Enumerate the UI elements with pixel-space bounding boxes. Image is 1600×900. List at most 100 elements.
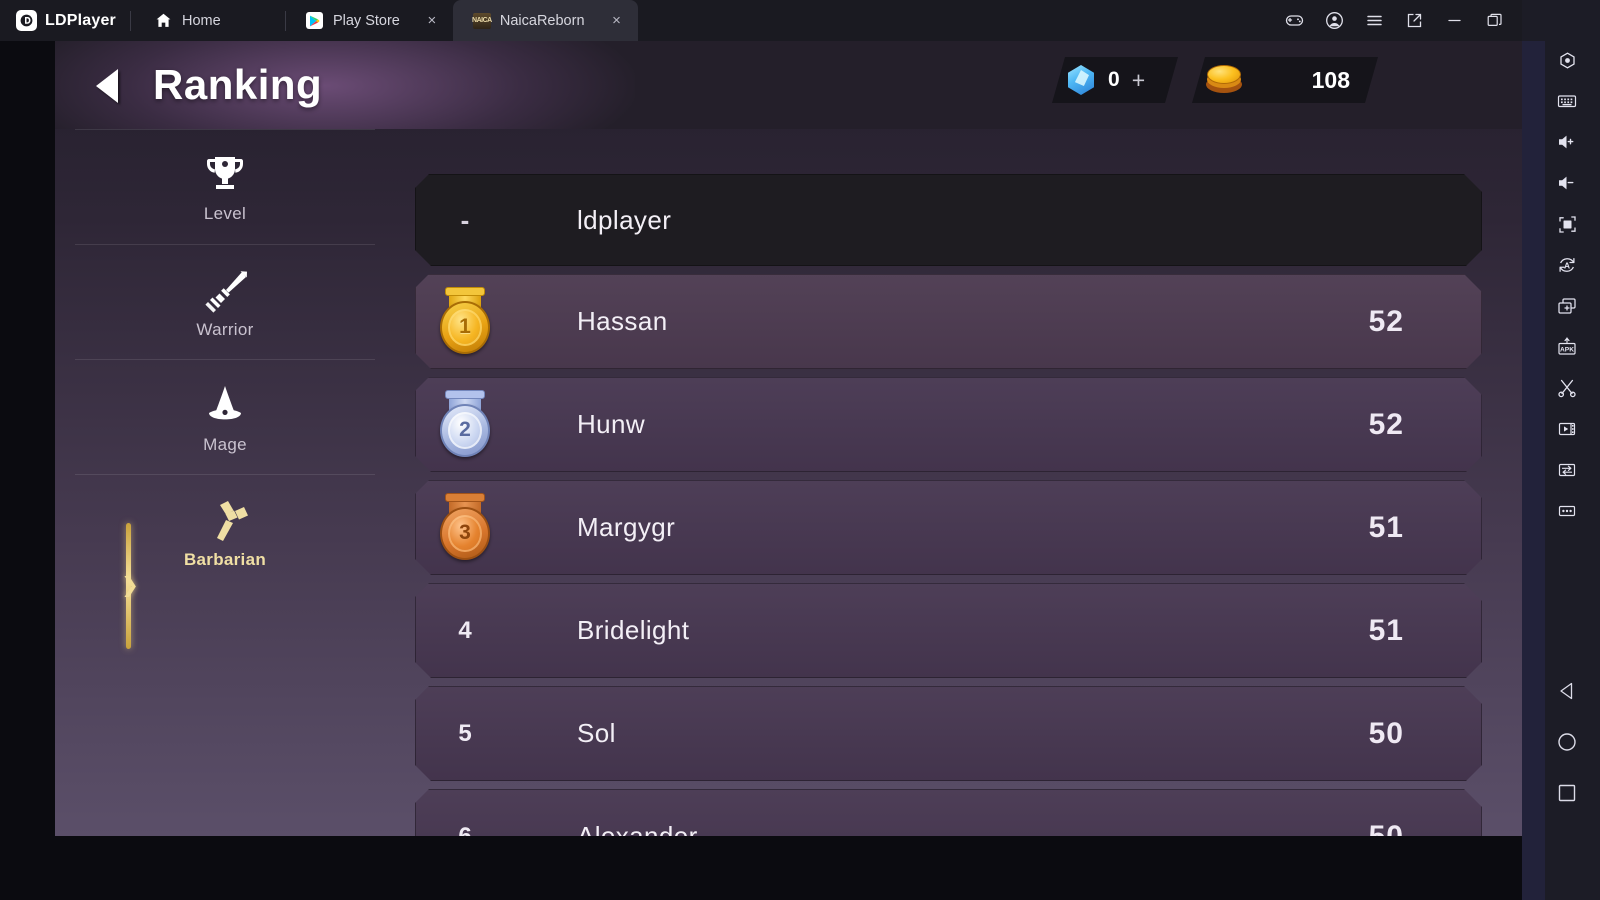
table-row[interactable]: 4 Bridelight 51 bbox=[415, 583, 1482, 678]
coin-currency[interactable]: 108 bbox=[1192, 57, 1378, 103]
bronze-medal-icon: 3 bbox=[436, 493, 494, 563]
gem-value: 0 bbox=[1108, 68, 1120, 91]
sidebar-item-level[interactable]: Level bbox=[75, 129, 375, 244]
row-score: 50 bbox=[1368, 716, 1404, 750]
table-row[interactable]: 6 Alexander 50 bbox=[415, 789, 1482, 836]
play-store-icon bbox=[306, 12, 324, 30]
game-header: Ranking 0 + 108 bbox=[55, 41, 1522, 129]
svg-text:APK: APK bbox=[1560, 346, 1574, 353]
fullscreen-icon[interactable] bbox=[1548, 205, 1586, 243]
menu-icon[interactable] bbox=[1354, 0, 1394, 41]
silver-medal-icon: 2 bbox=[436, 390, 494, 460]
tab-home[interactable]: Home bbox=[135, 0, 285, 41]
table-row[interactable]: - ldplayer bbox=[415, 174, 1482, 266]
record-icon[interactable] bbox=[1548, 410, 1586, 448]
title-bar: LDPlayer Home Play Store × NAICA NaicaRe… bbox=[0, 0, 1600, 41]
tab-label: Play Store bbox=[332, 12, 400, 29]
more-icon[interactable] bbox=[1548, 492, 1586, 530]
bottom-letterbox bbox=[0, 836, 1522, 900]
coin-value: 108 bbox=[1311, 66, 1350, 93]
minimize-icon[interactable] bbox=[1434, 0, 1474, 41]
header-glow bbox=[55, 41, 635, 129]
app-brand: LDPlayer bbox=[0, 0, 130, 41]
android-back-icon[interactable] bbox=[1548, 672, 1586, 710]
row-player-name: Bridelight bbox=[577, 615, 690, 645]
gold-medal-icon: 1 bbox=[436, 287, 494, 357]
sidebar-collapse-handle[interactable]: ❯ bbox=[117, 523, 141, 649]
tab-label: NaicaReborn bbox=[499, 12, 585, 29]
row-player-name: Margygr bbox=[577, 512, 676, 542]
hammer-icon bbox=[201, 495, 249, 543]
volume-up-icon[interactable] bbox=[1548, 123, 1586, 161]
apk-install-icon[interactable]: APK bbox=[1548, 328, 1586, 366]
sword-icon bbox=[201, 265, 249, 313]
svg-text:A: A bbox=[1564, 260, 1570, 270]
row-score: 50 bbox=[1368, 819, 1404, 836]
location-icon[interactable] bbox=[1548, 41, 1586, 79]
gem-add-button[interactable]: + bbox=[1132, 69, 1145, 92]
maximize-icon[interactable] bbox=[1474, 0, 1514, 41]
android-home-icon[interactable] bbox=[1548, 723, 1586, 761]
sidebar-item-label: Barbarian bbox=[183, 549, 267, 569]
tab-play-store[interactable]: Play Store × bbox=[286, 0, 453, 41]
sidebar-item-warrior[interactable]: Warrior bbox=[75, 244, 375, 359]
tab-close-button[interactable]: × bbox=[423, 12, 441, 30]
row-rank: 3 bbox=[415, 493, 515, 563]
table-row[interactable]: 3 Margygr 51 bbox=[415, 480, 1482, 575]
row-player-name: ldplayer bbox=[577, 204, 672, 235]
row-score: 51 bbox=[1368, 613, 1404, 647]
tab-strip: Home Play Store × NAICA NaicaReborn × bbox=[135, 0, 638, 41]
row-player-name: Alexander bbox=[577, 821, 698, 836]
android-recents-icon[interactable] bbox=[1548, 774, 1586, 812]
row-player-name: Hunw bbox=[577, 409, 646, 439]
handle-chevron-icon: ❯ bbox=[121, 574, 139, 597]
table-row[interactable]: 2 Hunw 52 bbox=[415, 377, 1482, 472]
sidebar-item-label: Mage bbox=[203, 434, 247, 454]
row-score: 51 bbox=[1368, 510, 1404, 544]
tab-label: Home bbox=[181, 12, 221, 29]
brand-label: LDPlayer bbox=[45, 11, 116, 29]
keyboard-icon[interactable] bbox=[1548, 82, 1586, 120]
row-player-name: Hassan bbox=[577, 306, 668, 336]
row-score: 52 bbox=[1368, 407, 1404, 441]
gem-currency[interactable]: 0 + bbox=[1052, 57, 1178, 103]
gem-icon bbox=[1064, 63, 1098, 97]
wizard-hat-icon bbox=[201, 380, 249, 428]
row-rank: 5 bbox=[458, 719, 472, 747]
naica-icon-glyph: NAICA bbox=[472, 12, 492, 29]
row-rank: 1 bbox=[415, 287, 515, 357]
account-icon[interactable] bbox=[1314, 0, 1354, 41]
left-letterbox bbox=[0, 41, 55, 836]
row-player-name: Sol bbox=[577, 718, 616, 748]
category-sidebar: Level Warrior Mage Barbarian bbox=[75, 129, 375, 836]
sidebar-item-label: Warrior bbox=[196, 319, 254, 339]
gamepad-icon[interactable] bbox=[1274, 0, 1314, 41]
back-arrow-icon[interactable] bbox=[87, 67, 127, 105]
multi-instance-icon[interactable] bbox=[1548, 287, 1586, 325]
table-row[interactable]: 5 Sol 50 bbox=[415, 686, 1482, 781]
brand-divider bbox=[129, 10, 131, 31]
row-score: 52 bbox=[1368, 304, 1404, 338]
sync-icon[interactable] bbox=[1548, 451, 1586, 489]
scissors-icon[interactable] bbox=[1548, 369, 1586, 407]
emulator-screen: Ranking 0 + 108 Level Warrior Mage Barba… bbox=[55, 41, 1522, 836]
row-rank: 6 bbox=[458, 822, 472, 836]
rail-edge bbox=[1522, 41, 1545, 900]
tab-naicareborn[interactable]: NAICA NaicaReborn × bbox=[452, 0, 638, 41]
row-rank: 4 bbox=[458, 616, 472, 644]
sidebar-item-mage[interactable]: Mage bbox=[75, 359, 375, 474]
volume-down-icon[interactable] bbox=[1548, 164, 1586, 202]
sidebar-item-label: Level bbox=[203, 204, 247, 223]
page-title: Ranking bbox=[153, 61, 323, 108]
home-icon bbox=[155, 12, 173, 30]
row-rank: - bbox=[460, 204, 470, 235]
tab-close-button[interactable]: × bbox=[608, 12, 626, 30]
table-row[interactable]: 1 Hassan 52 bbox=[415, 274, 1482, 369]
naica-icon: NAICA bbox=[472, 12, 492, 30]
auto-rotate-icon[interactable]: A bbox=[1548, 246, 1586, 284]
popout-icon[interactable] bbox=[1394, 0, 1434, 41]
leaderboard-list[interactable]: - ldplayer 1 Hassan 52 2 Hunw 52 3 Margy… bbox=[415, 174, 1482, 836]
right-toolbar: A APK bbox=[1522, 0, 1600, 900]
trophy-icon bbox=[201, 149, 249, 197]
ldplayer-logo-icon bbox=[16, 10, 37, 31]
